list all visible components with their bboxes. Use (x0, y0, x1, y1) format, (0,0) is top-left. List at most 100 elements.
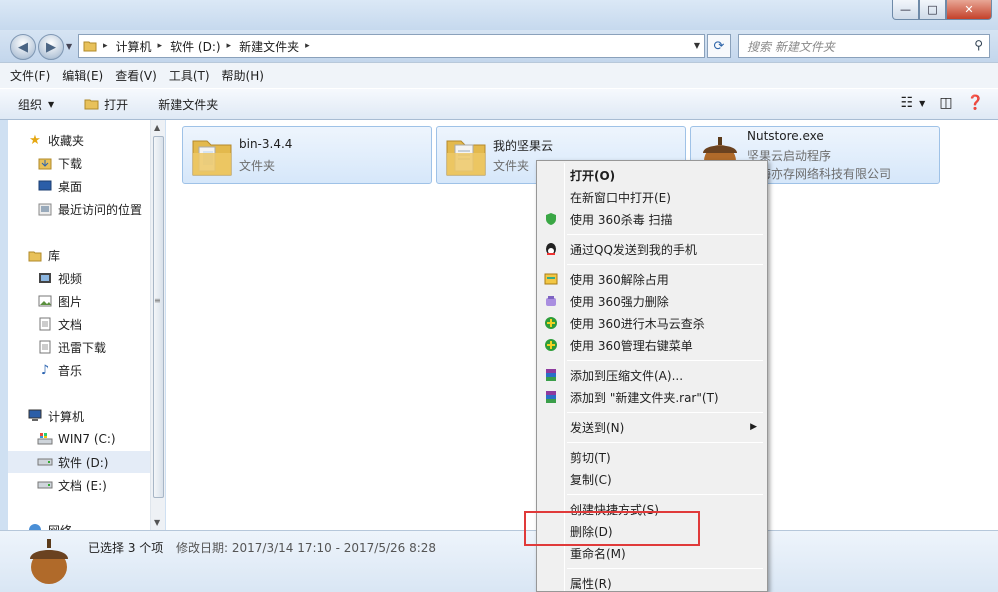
search-input[interactable]: 搜索 新建文件夹 ⚲ (738, 34, 990, 58)
maximize-button[interactable]: □ (919, 0, 946, 20)
force-delete-icon (539, 294, 563, 308)
menu-item-copy[interactable]: 复制(C) (539, 468, 765, 490)
sidebar-item-label: 文档 (E:) (58, 478, 107, 493)
computer-icon (26, 408, 44, 424)
sidebar-item-recent[interactable]: 最近访问的位置 (36, 198, 150, 220)
menu-item-add-rar[interactable]: 添加到 "新建文件夹.rar"(T) (539, 386, 765, 408)
sidebar-item-drive-e[interactable]: 文档 (E:) (36, 474, 150, 496)
sidebar-item-label: 桌面 (58, 179, 83, 194)
scroll-grip-icon: ≡ (154, 296, 161, 305)
menu-item-360-trojan-scan[interactable]: 使用 360进行木马云查杀 (539, 312, 765, 334)
address-bar[interactable]: ▸ 计算机 ▸ 软件 (D:) ▸ 新建文件夹 ▸ ▼ (78, 34, 705, 58)
sidebar-item-downloads[interactable]: 下载 (36, 152, 150, 174)
sidebar-computer[interactable]: 计算机 (26, 405, 150, 427)
scroll-up-icon[interactable]: ▲ (154, 123, 160, 132)
sidebar-favorites[interactable]: ★ 收藏夹 (26, 129, 150, 151)
scrollbar-thumb[interactable] (153, 136, 164, 498)
file-name: bin-3.4.4 (239, 137, 293, 151)
help-icon[interactable]: ❓ (967, 95, 984, 111)
sidebar-item-thunder-downloads[interactable]: 迅雷下载 (36, 336, 150, 358)
menu-item-label: 使用 360解除占用 (570, 272, 669, 287)
documents-icon (36, 339, 54, 355)
network-icon (26, 522, 44, 530)
search-placeholder: 搜索 新建文件夹 (747, 39, 835, 54)
menu-item-label: 发送到(N) (570, 420, 625, 435)
menu-edit[interactable]: 编辑(E) (62, 67, 103, 84)
new-folder-button[interactable]: 新建文件夹 (158, 96, 218, 113)
date-modified: 修改日期: 2017/3/14 17:10 - 2017/5/26 8:28 (176, 541, 437, 555)
menu-separator (567, 360, 763, 361)
downloads-folder-icon (36, 155, 54, 171)
menu-item-label: 使用 360强力删除 (570, 294, 669, 309)
menu-item-cut[interactable]: 剪切(T) (539, 446, 765, 468)
menu-item-360-unlock[interactable]: 使用 360解除占用 (539, 268, 765, 290)
sidebar-item-documents[interactable]: 文档 (36, 313, 150, 335)
sidebar-item-music[interactable]: ♪ 音乐 (36, 359, 150, 381)
sidebar-favorites-label: 收藏夹 (48, 133, 85, 148)
menu-item-label: 使用 360进行木马云查杀 (570, 316, 705, 331)
sidebar-libraries[interactable]: 库 (26, 244, 150, 266)
menu-item-label: 添加到 "新建文件夹.rar"(T) (570, 390, 719, 405)
menu-item-label: 复制(C) (570, 472, 612, 487)
breadcrumb-computer[interactable]: 计算机 (116, 38, 152, 55)
menu-item-open[interactable]: 打开(O) (539, 164, 765, 186)
scroll-down-icon[interactable]: ▼ (154, 518, 160, 527)
menu-item-send-to[interactable]: 发送到(N) ▶ (539, 416, 765, 438)
sidebar-item-pictures[interactable]: 图片 (36, 290, 150, 312)
menu-separator (567, 412, 763, 413)
navigation-bar: ◀ ▶ ▼ ▸ 计算机 ▸ 软件 (D:) ▸ 新建文件夹 ▸ ▼ ⟳ 搜索 新… (0, 30, 998, 62)
chevron-down-icon[interactable]: ▼ (919, 99, 925, 108)
organize-button[interactable]: 组织 ▼ (18, 96, 54, 113)
search-icon[interactable]: ⚲ (974, 38, 983, 52)
breadcrumb-drive-d[interactable]: 软件 (D:) (170, 38, 220, 55)
sidebar-item-drive-c[interactable]: WIN7 (C:) (36, 428, 150, 450)
view-options-icon[interactable]: ☷ (901, 95, 914, 111)
address-dropdown-icon[interactable]: ▼ (694, 41, 700, 50)
menu-item-360-manage-menu[interactable]: 使用 360管理右键菜单 (539, 334, 765, 356)
menu-help[interactable]: 帮助(H) (222, 67, 264, 84)
menu-item-360-force-delete[interactable]: 使用 360强力删除 (539, 290, 765, 312)
menu-item-360-scan[interactable]: 使用 360杀毒 扫描 (539, 208, 765, 230)
360-plus-icon (539, 316, 563, 330)
sidebar-item-label: 视频 (58, 271, 83, 286)
refresh-icon: ⟳ (713, 38, 725, 54)
menu-item-properties[interactable]: 属性(R) (539, 572, 765, 592)
forward-button[interactable]: ▶ (38, 34, 64, 60)
breadcrumb-separator: ▸ (157, 41, 163, 51)
sidebar-item-drive-d[interactable]: 软件 (D:) (8, 451, 150, 473)
back-arrow-icon: ◀ (18, 39, 28, 55)
recent-pages-dropdown[interactable]: ▼ (66, 42, 72, 51)
menu-item-add-archive[interactable]: 添加到压缩文件(A)... (539, 364, 765, 386)
menu-item-label: 剪切(T) (570, 450, 611, 465)
file-item[interactable]: bin-3.4.4 文件夹 (182, 126, 432, 184)
view-controls: ☷ ▼ ◫ ❓ (887, 95, 984, 111)
pictures-icon (36, 293, 54, 309)
open-folder-icon (84, 99, 99, 110)
sidebar-item-label: 文档 (58, 317, 83, 332)
close-button[interactable]: ✕ (946, 0, 992, 20)
sidebar-item-label: 下载 (58, 156, 83, 171)
recent-places-icon (36, 201, 54, 217)
sidebar-scrollbar[interactable]: ▲ ≡ ▼ (150, 120, 165, 530)
menu-view[interactable]: 查看(V) (115, 67, 157, 84)
preview-pane-icon[interactable]: ◫ (939, 95, 952, 111)
minimize-button[interactable]: — (892, 0, 919, 20)
breadcrumb-new-folder[interactable]: 新建文件夹 (239, 38, 299, 55)
breadcrumb-separator: ▸ (226, 41, 232, 51)
menu-item-qq-send[interactable]: 通过QQ发送到我的手机 (539, 238, 765, 260)
menu-item-label: 添加到压缩文件(A)... (570, 368, 684, 383)
menu-item-label: 属性(R) (570, 576, 612, 591)
sidebar-item-videos[interactable]: 视频 (36, 267, 150, 289)
drive-icon (36, 454, 54, 470)
sidebar-network[interactable]: 网络 (26, 519, 150, 530)
documents-icon (36, 316, 54, 332)
menu-separator (567, 442, 763, 443)
open-button[interactable]: 打开 (84, 96, 128, 113)
menu-tools[interactable]: 工具(T) (169, 67, 210, 84)
sidebar-item-desktop[interactable]: 桌面 (36, 175, 150, 197)
refresh-button[interactable]: ⟳ (707, 34, 731, 58)
file-name: Nutstore.exe (747, 129, 824, 143)
menu-item-open-new-window[interactable]: 在新窗口中打开(E) (539, 186, 765, 208)
menu-file[interactable]: 文件(F) (10, 67, 50, 84)
back-button[interactable]: ◀ (10, 34, 36, 60)
